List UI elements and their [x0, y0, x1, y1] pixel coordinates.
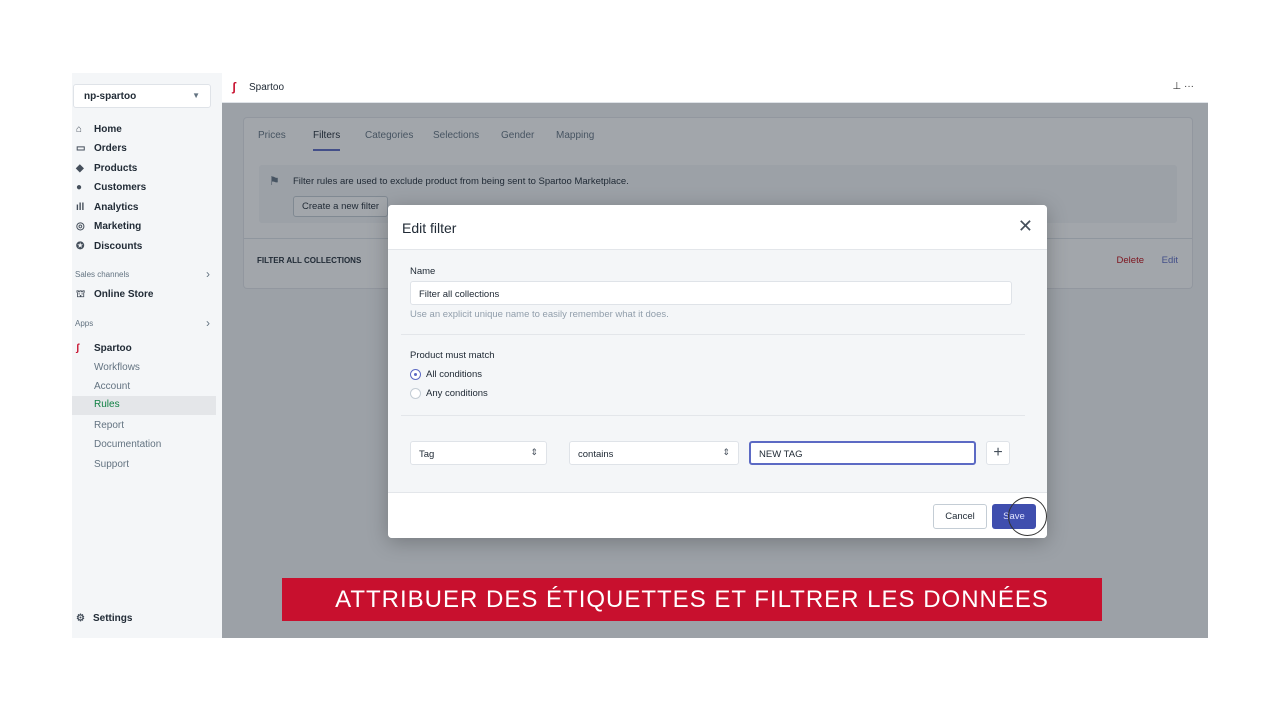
sidebar-item-products[interactable]: ◆ Products [72, 160, 216, 179]
sidebar-item-customers[interactable]: ● Customers [72, 179, 216, 198]
video-caption: ATTRIBUER DES ÉTIQUETTES ET FILTRER LES … [282, 578, 1102, 621]
cancel-button[interactable]: Cancel [933, 504, 987, 529]
radio-label: Any conditions [426, 388, 488, 399]
sidebar-item-account[interactable]: Account [72, 378, 216, 397]
sidebar-item-support[interactable]: Support [72, 456, 216, 475]
chart-icon: ıll [76, 202, 85, 213]
select-arrows-icon: ⇕ [722, 447, 730, 457]
cursor-highlight [1008, 497, 1047, 536]
chevron-right-icon[interactable]: › [206, 267, 210, 281]
radio-any-conditions[interactable]: Any conditions [410, 388, 488, 399]
nav-label: Online Store [94, 289, 154, 300]
store-name: np-spartoo [84, 91, 137, 102]
sidebar-item-spartoo[interactable]: ʃ Spartoo [72, 340, 216, 359]
sidebar-item-marketing[interactable]: ◎ Marketing [72, 218, 216, 237]
sidebar-item-settings[interactable]: ⚙ Settings [76, 613, 132, 624]
sales-channels-header[interactable]: Sales channels › [75, 267, 210, 281]
name-help-text: Use an explicit unique name to easily re… [410, 309, 669, 320]
plus-icon: + [993, 444, 1003, 461]
nav-label: Customers [94, 182, 147, 193]
home-icon: ⌂ [76, 124, 83, 135]
nav-label: Spartoo [94, 343, 132, 354]
spartoo-logo-icon: ʃ [232, 80, 236, 94]
modal-footer: Cancel Save [388, 492, 1047, 538]
sidebar-item-discounts[interactable]: ✪ Discounts [72, 238, 216, 257]
caret-down-icon: ▼ [192, 91, 200, 100]
apps-header[interactable]: Apps › [75, 316, 210, 330]
pin-icon[interactable]: ⊥ ··· [1173, 81, 1194, 92]
sidebar-item-rules[interactable]: Rules [72, 396, 216, 415]
sidebar-item-home[interactable]: ⌂ Home [72, 121, 216, 140]
name-label: Name [410, 266, 436, 277]
divider [401, 415, 1025, 416]
radio-label: All conditions [426, 369, 482, 380]
section-label: Sales channels [75, 270, 130, 279]
nav-label: Home [94, 124, 122, 135]
match-label: Product must match [410, 350, 495, 361]
modal-title: Edit filter [402, 220, 457, 236]
store-icon: ⛫ [76, 289, 86, 300]
nav-label: Marketing [94, 221, 142, 232]
select-value: Tag [419, 449, 435, 460]
app-topbar: ʃ Spartoo ⊥ ··· [222, 73, 1208, 103]
operator-select[interactable]: contains ⇕ [569, 441, 739, 465]
nav-label: Products [94, 163, 138, 174]
chevron-right-icon[interactable]: › [206, 316, 210, 330]
field-select[interactable]: Tag ⇕ [410, 441, 547, 465]
radio-checked-icon [410, 369, 421, 380]
section-label: Apps [75, 319, 94, 328]
radio-all-conditions[interactable]: All conditions [410, 369, 482, 380]
nav-label: Analytics [94, 202, 139, 213]
divider [401, 334, 1025, 335]
select-value: contains [578, 449, 614, 460]
store-selector[interactable]: np-spartoo ▼ [73, 84, 211, 108]
person-icon: ● [76, 182, 83, 193]
sidebar-item-report[interactable]: Report [72, 417, 216, 436]
sidebar-item-orders[interactable]: ▭ Orders [72, 140, 216, 159]
nav-label: Discounts [94, 241, 143, 252]
app-title: Spartoo [249, 82, 285, 93]
discount-icon: ✪ [76, 241, 85, 252]
add-condition-button[interactable]: + [986, 441, 1010, 465]
sidebar-item-analytics[interactable]: ıll Analytics [72, 199, 216, 218]
nav-label: Settings [93, 613, 133, 624]
modal-header: Edit filter ✕ [388, 205, 1047, 250]
select-arrows-icon: ⇕ [530, 447, 538, 457]
sidebar-item-online-store[interactable]: ⛫ Online Store [72, 286, 216, 305]
edit-filter-modal: Edit filter ✕ Name Filter all collection… [388, 205, 1047, 538]
marketing-icon: ◎ [76, 221, 85, 232]
sidebar: np-spartoo ▼ ⌂ Home ▭ Orders ◆ Products ● Cus… [72, 73, 222, 638]
tag-icon: ◆ [76, 163, 84, 174]
spartoo-logo-icon: ʃ [76, 343, 80, 354]
nav-label: Orders [94, 143, 127, 154]
sidebar-item-workflows[interactable]: Workflows [72, 359, 216, 378]
name-input[interactable]: Filter all collections [410, 281, 1012, 305]
condition-value-input[interactable]: NEW TAG [749, 441, 976, 465]
radio-unchecked-icon [410, 388, 421, 399]
close-icon[interactable]: ✕ [1018, 216, 1033, 237]
gear-icon: ⚙ [76, 613, 85, 624]
sidebar-item-documentation[interactable]: Documentation [72, 436, 216, 455]
orders-icon: ▭ [76, 143, 86, 154]
